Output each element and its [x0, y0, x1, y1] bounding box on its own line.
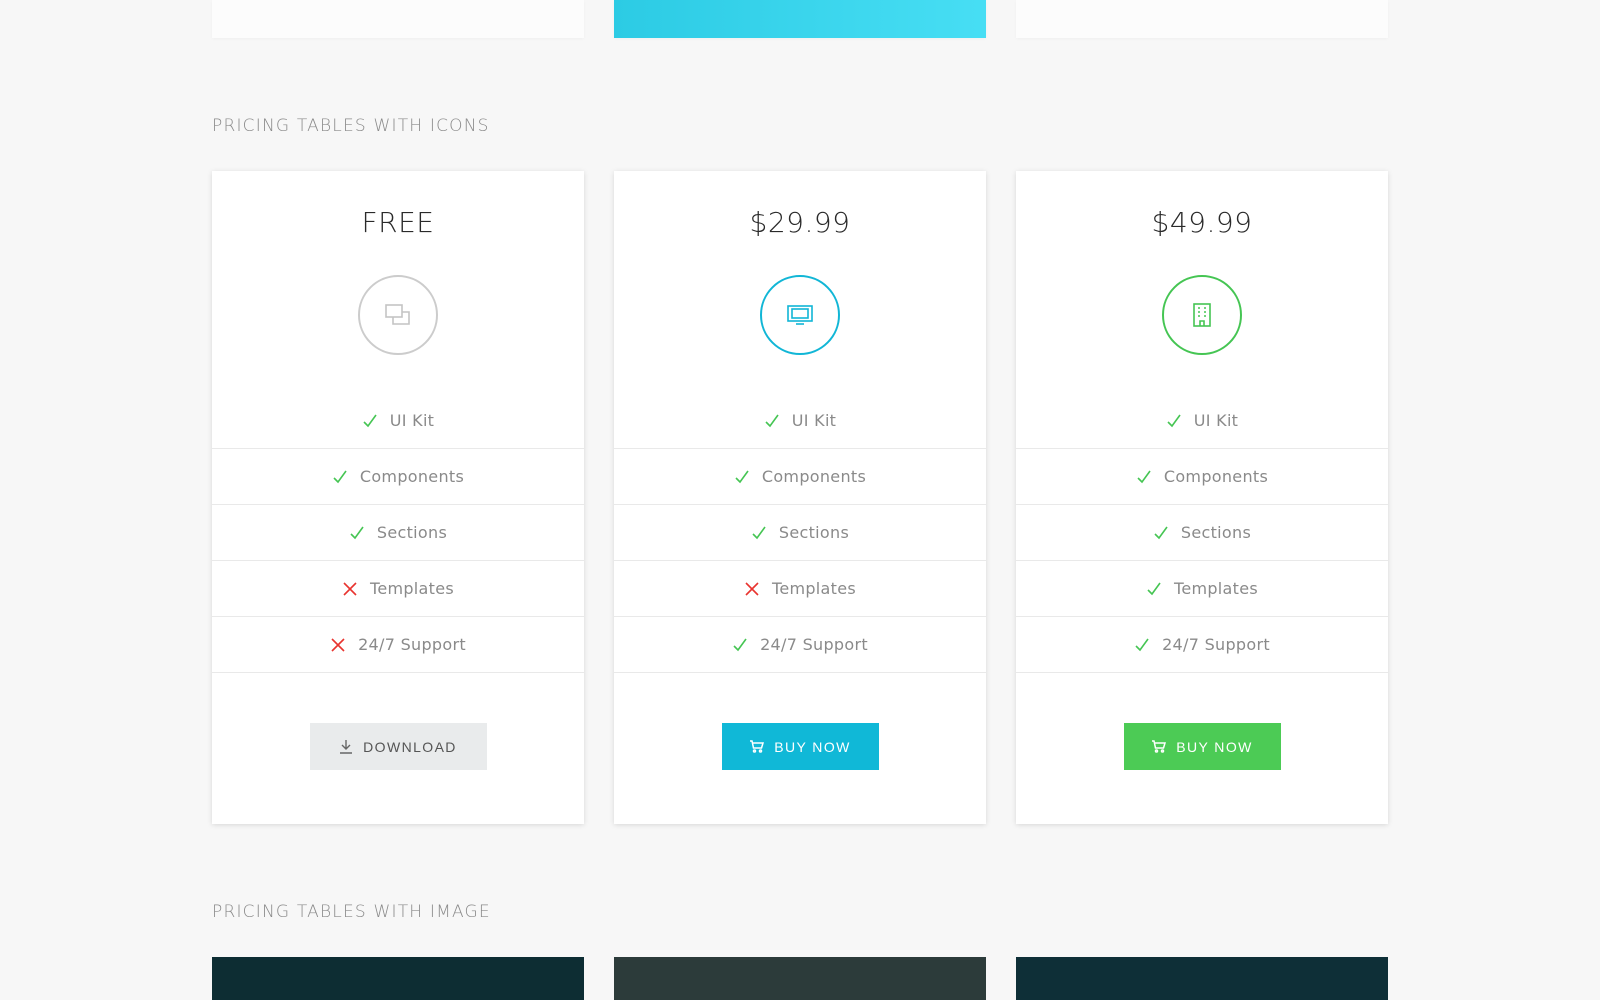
feature-row: 24/7 Support	[212, 617, 584, 673]
feature-label: 24/7 Support	[760, 635, 868, 654]
button-label: BUY NOW	[1176, 738, 1253, 755]
feature-label: Components	[761, 467, 867, 486]
feature-row: UI Kit	[1016, 393, 1388, 449]
feature-label: Sections	[376, 523, 448, 542]
check-icon	[349, 525, 365, 541]
download-button[interactable]: DOWNLOAD	[309, 723, 487, 770]
check-icon	[1136, 469, 1152, 485]
check-icon	[1146, 581, 1162, 597]
feature-label: Templates	[771, 579, 857, 598]
section-title-icons: PRICING TABLES WITH ICONS	[212, 116, 490, 136]
cross-icon	[342, 581, 358, 597]
feature-list: UI Kit Components Sections Templates 24/…	[1016, 393, 1388, 673]
feature-row: Templates	[1016, 561, 1388, 617]
check-icon	[1166, 413, 1182, 429]
check-icon	[751, 525, 767, 541]
pricing-card-free: FREE UI Kit Components Sections Template…	[212, 171, 584, 824]
feature-row: UI Kit	[614, 393, 986, 449]
plan-price: $29.99	[749, 206, 851, 239]
button-label: DOWNLOAD	[363, 738, 457, 755]
feature-row: Components	[614, 449, 986, 505]
feature-label: 24/7 Support	[358, 635, 466, 654]
cart-icon	[1151, 740, 1167, 753]
feature-row: 24/7 Support	[1016, 617, 1388, 673]
feature-list: UI Kit Components Sections Templates 24/…	[614, 393, 986, 673]
cross-icon	[744, 581, 760, 597]
previous-card-left	[212, 0, 584, 38]
feature-row: Sections	[614, 505, 986, 561]
feature-label: UI Kit	[1193, 411, 1239, 430]
feature-label: Components	[1163, 467, 1269, 486]
pricing-image-card-left	[212, 957, 584, 1000]
check-icon	[1153, 525, 1169, 541]
cross-icon	[330, 637, 346, 653]
pricing-card-2999: $29.99 UI Kit Components Sections Templa…	[614, 171, 986, 824]
previous-card-middle	[614, 0, 986, 38]
check-icon	[362, 413, 378, 429]
feature-label: UI Kit	[389, 411, 435, 430]
copy-icon	[358, 275, 438, 355]
feature-row: UI Kit	[212, 393, 584, 449]
feature-label: Sections	[778, 523, 850, 542]
feature-label: 24/7 Support	[1162, 635, 1270, 654]
cart-icon	[749, 740, 765, 753]
button-label: BUY NOW	[774, 738, 851, 755]
feature-label: Components	[359, 467, 465, 486]
check-icon	[734, 469, 750, 485]
buy-now-button[interactable]: BUY NOW	[1123, 723, 1281, 770]
pricing-card-4999: $49.99 UI Kit Components Sections Templa…	[1016, 171, 1388, 824]
plan-price: $49.99	[1151, 206, 1253, 239]
feature-row: Templates	[212, 561, 584, 617]
feature-row: 24/7 Support	[614, 617, 986, 673]
download-icon	[339, 739, 353, 754]
previous-card-right	[1016, 0, 1388, 38]
buy-now-button[interactable]: BUY NOW	[721, 723, 879, 770]
feature-row: Sections	[212, 505, 584, 561]
check-icon	[732, 637, 748, 653]
plan-price: FREE	[361, 206, 435, 239]
check-icon	[1134, 637, 1150, 653]
feature-list: UI Kit Components Sections Templates 24/…	[212, 393, 584, 673]
feature-row: Components	[212, 449, 584, 505]
pricing-image-card-middle	[614, 957, 986, 1000]
feature-row: Sections	[1016, 505, 1388, 561]
pricing-cards: FREE UI Kit Components Sections Template…	[212, 171, 1388, 824]
pricing-image-card-right	[1016, 957, 1388, 1000]
feature-row: Components	[1016, 449, 1388, 505]
feature-label: UI Kit	[791, 411, 837, 430]
section-title-image: PRICING TABLES WITH IMAGE	[212, 902, 491, 922]
monitor-icon	[760, 275, 840, 355]
check-icon	[332, 469, 348, 485]
feature-label: Sections	[1180, 523, 1252, 542]
check-icon	[764, 413, 780, 429]
building-icon	[1162, 275, 1242, 355]
feature-label: Templates	[369, 579, 455, 598]
feature-row: Templates	[614, 561, 986, 617]
feature-label: Templates	[1173, 579, 1259, 598]
